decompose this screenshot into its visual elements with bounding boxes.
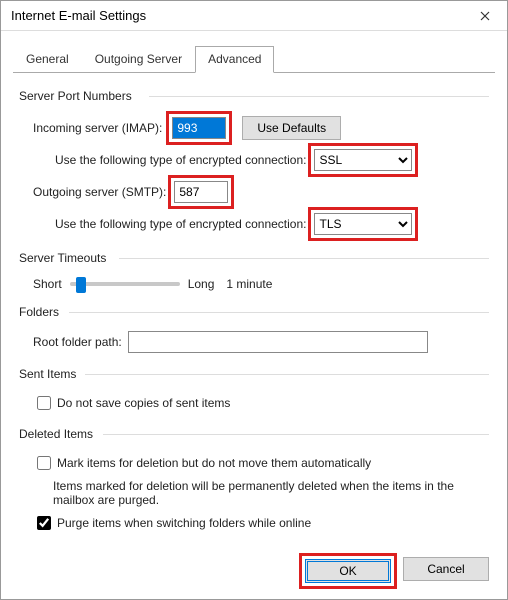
deletion-note: Items marked for deletion will be perman… [53,479,473,507]
tab-advanced-label: Advanced [208,52,261,66]
ok-button[interactable]: OK [305,559,391,583]
group-server-port-numbers: Server Port Numbers [19,89,489,103]
close-button[interactable] [463,1,507,31]
outgoing-encryption-select[interactable]: TLS [314,213,412,235]
group-sent-items-label: Sent Items [19,367,76,381]
close-icon [480,11,490,21]
purge-checkbox[interactable] [37,516,51,530]
tab-general[interactable]: General [13,46,82,73]
cancel-button[interactable]: Cancel [403,557,489,581]
timeout-long-label: Long [188,277,215,291]
no-save-sent-label: Do not save copies of sent items [57,396,230,410]
tab-strip: General Outgoing Server Advanced [13,45,495,73]
dialog-window: Internet E-mail Settings General Outgoin… [0,0,508,600]
slider-thumb[interactable] [76,277,86,293]
incoming-server-label: Incoming server (IMAP): [33,121,162,135]
cancel-label: Cancel [427,562,464,576]
root-folder-label: Root folder path: [33,335,122,349]
group-server-port-numbers-label: Server Port Numbers [19,89,132,103]
use-defaults-button[interactable]: Use Defaults [242,116,341,140]
timeout-value: 1 minute [226,277,272,291]
ok-label: OK [339,564,356,578]
group-deleted-items: Deleted Items [19,427,489,441]
panel-advanced: Server Port Numbers Incoming server (IMA… [1,73,507,545]
group-folders-label: Folders [19,305,59,319]
group-deleted-items-label: Deleted Items [19,427,93,441]
outgoing-encryption-label: Use the following type of encrypted conn… [55,217,306,231]
use-defaults-label: Use Defaults [257,121,326,135]
tab-advanced[interactable]: Advanced [195,46,274,73]
group-folders: Folders [19,305,489,319]
purge-label: Purge items when switching folders while… [57,516,311,530]
group-server-timeouts-label: Server Timeouts [19,251,106,265]
mark-deletion-checkbox[interactable] [37,456,51,470]
tab-general-label: General [26,52,69,66]
incoming-encryption-label: Use the following type of encrypted conn… [55,153,306,167]
mark-deletion-label: Mark items for deletion but do not move … [57,456,371,470]
outgoing-port-input[interactable] [174,181,228,203]
tab-outgoing-server[interactable]: Outgoing Server [82,46,195,73]
outgoing-server-label: Outgoing server (SMTP): [33,185,166,199]
dialog-footer: OK Cancel [303,557,489,585]
timeout-short-label: Short [33,277,62,291]
group-sent-items: Sent Items [19,367,489,381]
timeout-slider[interactable] [70,282,180,286]
incoming-encryption-select[interactable]: SSL [314,149,412,171]
titlebar: Internet E-mail Settings [1,1,507,31]
tab-outgoing-label: Outgoing Server [95,52,182,66]
group-server-timeouts: Server Timeouts [19,251,489,265]
incoming-port-input[interactable] [172,117,226,139]
root-folder-input[interactable] [128,331,428,353]
window-title: Internet E-mail Settings [11,8,146,23]
no-save-sent-checkbox[interactable] [37,396,51,410]
